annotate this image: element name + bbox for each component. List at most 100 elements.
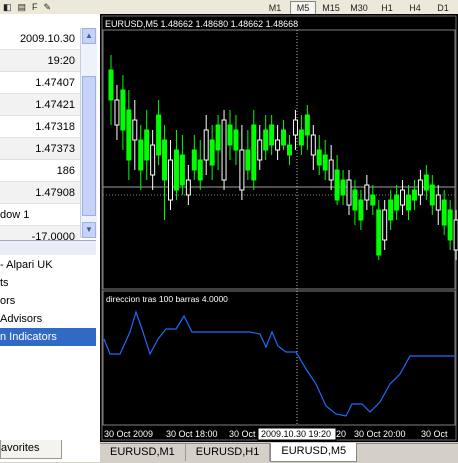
candle-body [257, 139, 263, 161]
candle-body [406, 194, 411, 211]
mw-row-value: 1.47318 [0, 116, 80, 138]
candle-body [251, 124, 257, 181]
mw-row-label: dow 1 [0, 204, 80, 226]
mw-row-date: 2009.10.30 [0, 28, 80, 50]
candle-body [233, 129, 239, 151]
candle-body [126, 109, 132, 161]
candle-body [334, 169, 340, 201]
timeframe-h4[interactable]: H4 [402, 1, 428, 15]
candle-body [394, 194, 400, 211]
candle-body [108, 69, 114, 101]
candle-body [179, 154, 185, 186]
mw-row-value: 1.47407 [0, 72, 80, 94]
candle-group [108, 55, 458, 260]
toolbar: ◧ ▤ F ✎ M1 M5 M15 M30 H1 H4 D1 [0, 0, 458, 15]
indicator-label: direccion tras 100 barras 4.0000 [106, 294, 228, 304]
time-label: 30 Oct 18:00 [166, 429, 218, 439]
candle-body [400, 189, 406, 206]
market-watch-panel: 2009.10.30 19:20 1.47407 1.47421 1.47318… [0, 28, 80, 250]
tab-eurusd-m1[interactable]: EURUSD,M1 [100, 444, 186, 461]
candle-body [173, 149, 179, 191]
toolbar-button-2[interactable]: ▤ [15, 1, 30, 13]
time-label: 30 Oct [421, 429, 448, 439]
nav-item-accounts[interactable]: ts [0, 274, 96, 292]
candle-body [227, 124, 233, 146]
chart-tabs: EURUSD,M1 EURUSD,H1 EURUSD,M5 [100, 443, 458, 463]
nav-item-custom-indicators[interactable]: n Indicators [0, 328, 96, 346]
chart-header: EURUSD,M5 1.48662 1.48680 1.48662 1.4866… [105, 19, 298, 29]
mw-row-value: 186 [0, 160, 80, 182]
nav-item-account[interactable]: - Alpari UK [0, 256, 96, 274]
candle-body [138, 139, 144, 171]
candle-body [221, 119, 227, 181]
toolbar-left-group: ◧ ▤ F ✎ [0, 0, 54, 14]
candle-body [346, 179, 352, 206]
candle-body [423, 174, 429, 191]
candle-body [453, 219, 458, 251]
price-chart[interactable]: EURUSD,M5 1.48662 1.48680 1.48662 1.4866… [100, 14, 458, 442]
timeframe-m15[interactable]: M15 [318, 1, 344, 15]
candle-body [429, 184, 435, 206]
candle-body [281, 129, 287, 146]
candle-body [441, 199, 447, 226]
candle-body [245, 149, 251, 171]
time-label: 20 [336, 429, 346, 439]
toolbar-button-3[interactable]: F [29, 1, 41, 13]
navigator-title-bar [0, 240, 96, 255]
mw-row-value: 1.47373 [0, 138, 80, 160]
tab-eurusd-m5[interactable]: EURUSD,M5 [270, 443, 358, 462]
crosshair-time-label: 2009.10.30 19:20 [261, 429, 331, 439]
candle-body [209, 139, 215, 166]
candle-body [114, 99, 120, 126]
time-label: 30 Oct 20:00 [354, 429, 406, 439]
toolbar-button-4[interactable]: ✎ [41, 1, 55, 13]
time-label: 30 Oct 2009 [104, 429, 153, 439]
candle-body [215, 124, 221, 151]
candle-body [275, 139, 281, 151]
nav-item-indicators[interactable]: ors [0, 292, 96, 310]
candle-body [292, 119, 298, 136]
chart-window[interactable]: EURUSD,M5 1.48662 1.48680 1.48662 1.4866… [100, 14, 458, 442]
tab-eurusd-h1[interactable]: EURUSD,H1 [186, 444, 271, 461]
candle-body [203, 129, 209, 161]
candle-body [239, 149, 245, 191]
candle-body [191, 149, 197, 171]
candle-body [310, 134, 316, 156]
mw-row-value: 1.47421 [0, 94, 80, 116]
candle-body [388, 199, 394, 221]
scroll-down-icon[interactable]: ▼ [82, 222, 96, 238]
candle-body [287, 144, 292, 156]
scroll-thumb[interactable] [82, 76, 96, 216]
indicator-line [103, 310, 456, 417]
candle-body [370, 194, 376, 206]
nav-item-expert-advisors[interactable]: Advisors [0, 310, 96, 328]
candle-body [340, 179, 346, 196]
candle-body [144, 129, 150, 161]
mw-row-time: 19:20 [0, 50, 80, 72]
timeframe-d1[interactable]: D1 [430, 1, 456, 15]
timeframe-toolbar: M1 M5 M15 M30 H1 H4 D1 [262, 0, 458, 15]
candle-body [168, 159, 173, 201]
candle-body [150, 144, 156, 176]
timeframe-m5[interactable]: M5 [290, 1, 316, 15]
candle-body [298, 129, 304, 146]
market-watch-scrollbar[interactable]: ▲ ▼ [80, 28, 97, 238]
candle-body [197, 159, 203, 181]
candle-body [120, 89, 126, 131]
toolbar-button-1[interactable]: ◧ [0, 1, 15, 13]
scroll-up-icon[interactable]: ▲ [82, 28, 96, 44]
timeframe-m30[interactable]: M30 [346, 1, 372, 15]
candle-body [447, 209, 453, 241]
candle-body [263, 129, 269, 151]
timeframe-m1[interactable]: M1 [262, 1, 288, 15]
candle-body [132, 119, 138, 141]
mw-row-value: 1.47908 [0, 182, 80, 204]
candle-body [358, 199, 364, 221]
candle-body [185, 179, 191, 196]
candle-body [322, 154, 328, 171]
favorites-tab[interactable]: avorites [0, 440, 62, 459]
timeframe-h1[interactable]: H1 [374, 1, 400, 15]
candle-body [435, 194, 441, 211]
candle-body [417, 179, 423, 196]
candle-body [156, 114, 162, 156]
